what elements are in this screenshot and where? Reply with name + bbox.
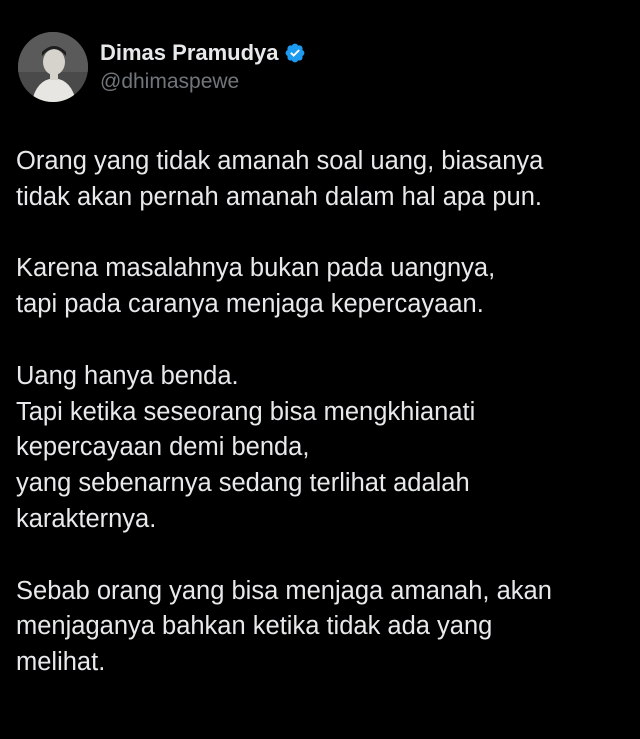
tweet-line: Tapi ketika seseorang bisa mengkhianati xyxy=(16,397,476,426)
tweet-paragraph: Sebab orang yang bisa menjaga amanah, ak… xyxy=(16,574,626,681)
tweet-line: menjaganya bahkan ketika tidak ada yang xyxy=(16,612,493,641)
tweet: Dimas Pramudya @dhimaspewe Orang yang ti… xyxy=(0,0,640,739)
tweet-line: Sebab orang yang bisa menjaga amanah, ak… xyxy=(16,576,552,605)
tweet-line: kepercayaan demi benda, xyxy=(16,433,310,462)
user-names: Dimas Pramudya @dhimaspewe xyxy=(100,32,306,102)
tweet-line: Karena masalahnya bukan pada uangnya, xyxy=(16,254,496,283)
name-row: Dimas Pramudya xyxy=(100,40,306,66)
tweet-line: Orang yang tidak amanah soal uang, biasa… xyxy=(16,147,544,175)
avatar-image xyxy=(18,32,88,102)
tweet-paragraph: Orang yang tidak amanah soal uang, biasa… xyxy=(16,144,626,216)
tweet-line: karakternya. xyxy=(16,504,157,533)
avatar[interactable] xyxy=(18,32,88,102)
tweet-line: tidak akan pernah amanah dalam hal apa p… xyxy=(16,182,542,211)
tweet-header: Dimas Pramudya @dhimaspewe xyxy=(18,32,306,102)
verified-badge-icon xyxy=(284,42,306,64)
tweet-paragraph: Karena masalahnya bukan pada uangnya, ta… xyxy=(16,251,626,323)
tweet-paragraph: Uang hanya benda. Tapi ketika seseorang … xyxy=(16,359,626,538)
tweet-line: tapi pada caranya menjaga kepercayaan. xyxy=(16,290,484,319)
user-handle[interactable]: @dhimaspewe xyxy=(100,70,306,94)
tweet-line: yang sebenarnya sedang terlihat adalah xyxy=(16,469,470,498)
tweet-line: Uang hanya benda. xyxy=(16,361,239,390)
display-name[interactable]: Dimas Pramudya xyxy=(100,40,279,66)
tweet-text: Orang yang tidak amanah soal uang, biasa… xyxy=(16,144,626,681)
tweet-line: melihat. xyxy=(16,648,106,677)
